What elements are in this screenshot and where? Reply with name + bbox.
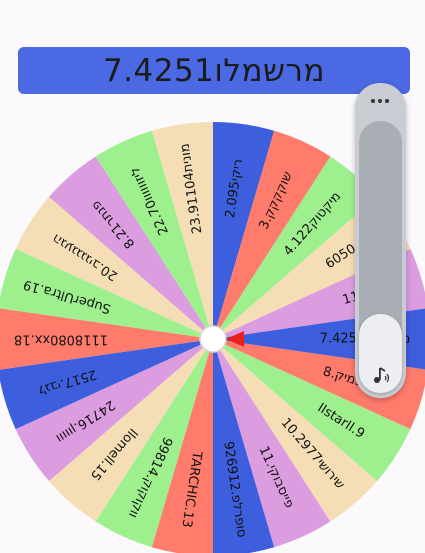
- volume-panel[interactable]: [355, 83, 406, 398]
- wheel-hub[interactable]: [199, 325, 227, 353]
- wheel-segment-label: 1118080xx.18: [14, 332, 108, 347]
- more-dots-icon[interactable]: [364, 89, 396, 113]
- speaker-icon: [373, 367, 389, 383]
- volume-slider-thumb[interactable]: [359, 314, 402, 393]
- volume-slider[interactable]: [359, 121, 402, 393]
